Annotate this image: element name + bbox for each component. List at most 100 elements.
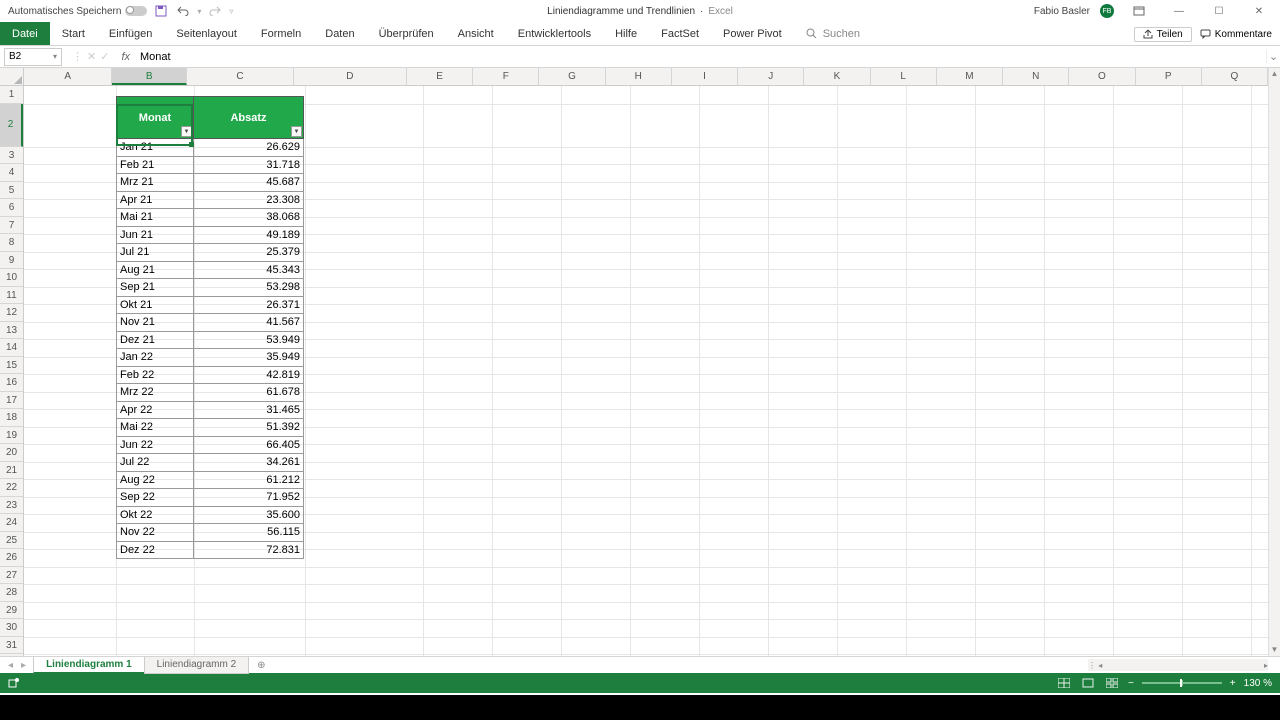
table-header[interactable]: Absatz▼	[194, 97, 304, 139]
table-row[interactable]: Sep 2271.952	[117, 489, 304, 507]
col-header[interactable]: C	[187, 68, 294, 85]
col-header[interactable]: F	[473, 68, 539, 85]
col-header[interactable]: I	[672, 68, 738, 85]
select-all-corner[interactable]	[0, 68, 24, 86]
table-row[interactable]: Dez 2153.949	[117, 331, 304, 349]
table-row[interactable]: Mai 2251.392	[117, 419, 304, 437]
cell[interactable]: Jun 21	[117, 226, 194, 244]
cell[interactable]: 53.298	[194, 279, 304, 297]
row-header[interactable]: 10	[0, 269, 23, 287]
chevron-down-icon[interactable]: ▾	[53, 52, 57, 61]
table-row[interactable]: Jul 2125.379	[117, 244, 304, 262]
table-row[interactable]: Aug 2145.343	[117, 261, 304, 279]
record-macro-icon[interactable]	[8, 677, 20, 689]
sheet-tab[interactable]: Liniendiagramm 1	[33, 657, 145, 674]
cell[interactable]: 56.115	[194, 524, 304, 542]
cell[interactable]: 31.465	[194, 401, 304, 419]
col-header[interactable]: L	[871, 68, 937, 85]
row-header[interactable]: 8	[0, 234, 23, 252]
cell[interactable]: Sep 21	[117, 279, 194, 297]
col-header[interactable]: E	[407, 68, 473, 85]
row-header[interactable]: 9	[0, 252, 23, 270]
cell[interactable]: Jun 22	[117, 436, 194, 454]
cell[interactable]: Nov 22	[117, 524, 194, 542]
cell[interactable]: 61.212	[194, 471, 304, 489]
row-header[interactable]: 12	[0, 304, 23, 322]
cell[interactable]: 45.343	[194, 261, 304, 279]
col-header[interactable]: A	[24, 68, 112, 85]
table-row[interactable]: Okt 2235.600	[117, 506, 304, 524]
horizontal-scrollbar[interactable]: ⋮ ◂▸	[1088, 659, 1268, 671]
row-header[interactable]: 7	[0, 217, 23, 235]
cell[interactable]: Mai 22	[117, 419, 194, 437]
col-header[interactable]: Q	[1202, 68, 1268, 85]
table-row[interactable]: Mrz 2145.687	[117, 174, 304, 192]
cell[interactable]: 25.379	[194, 244, 304, 262]
cell[interactable]: 26.371	[194, 296, 304, 314]
cell[interactable]: 61.678	[194, 384, 304, 402]
cancel-formula-icon[interactable]: ✕	[87, 50, 96, 63]
cell[interactable]: 41.567	[194, 314, 304, 332]
cell[interactable]: Dez 21	[117, 331, 194, 349]
row-header[interactable]: 29	[0, 602, 23, 620]
cell[interactable]: 51.392	[194, 419, 304, 437]
tab-datei[interactable]: Datei	[0, 22, 50, 45]
table-row[interactable]: Apr 2231.465	[117, 401, 304, 419]
table-row[interactable]: Nov 2141.567	[117, 314, 304, 332]
cell[interactable]: Nov 21	[117, 314, 194, 332]
name-box[interactable]: B2 ▾	[4, 48, 62, 66]
table-header[interactable]: Monat▼	[117, 97, 194, 139]
minimize-icon[interactable]: —	[1164, 3, 1194, 19]
cell[interactable]: Jul 21	[117, 244, 194, 262]
table-row[interactable]: Jul 2234.261	[117, 454, 304, 472]
page-break-view-icon[interactable]	[1104, 676, 1120, 690]
filter-icon[interactable]: ▼	[181, 126, 192, 137]
cell[interactable]: 42.819	[194, 366, 304, 384]
add-sheet-button[interactable]: ⊕	[249, 660, 273, 671]
tab-ansicht[interactable]: Ansicht	[446, 22, 506, 45]
cell[interactable]: 45.687	[194, 174, 304, 192]
cell[interactable]: 23.308	[194, 191, 304, 209]
share-button[interactable]: Teilen	[1134, 27, 1192, 42]
row-header[interactable]: 5	[0, 182, 23, 200]
row-header[interactable]: 28	[0, 584, 23, 602]
cell[interactable]: 49.189	[194, 226, 304, 244]
row-header[interactable]: 26	[0, 549, 23, 567]
table-row[interactable]: Sep 2153.298	[117, 279, 304, 297]
cell[interactable]: Sep 22	[117, 489, 194, 507]
undo-icon[interactable]	[175, 3, 191, 19]
cell[interactable]: Apr 21	[117, 191, 194, 209]
row-header[interactable]: 14	[0, 339, 23, 357]
col-header[interactable]: N	[1003, 68, 1069, 85]
col-header[interactable]: P	[1136, 68, 1202, 85]
normal-view-icon[interactable]	[1056, 676, 1072, 690]
row-header[interactable]: 18	[0, 409, 23, 427]
cell[interactable]: 72.831	[194, 541, 304, 559]
row-header[interactable]: 22	[0, 479, 23, 497]
table-row[interactable]: Feb 2242.819	[117, 366, 304, 384]
row-header[interactable]: 2	[0, 104, 23, 147]
save-icon[interactable]	[153, 3, 169, 19]
table-row[interactable]: Jun 2266.405	[117, 436, 304, 454]
filter-icon[interactable]: ▼	[291, 126, 302, 137]
col-header[interactable]: O	[1069, 68, 1135, 85]
col-header[interactable]: H	[606, 68, 672, 85]
cell[interactable]: Jan 22	[117, 349, 194, 367]
row-header[interactable]: 21	[0, 462, 23, 480]
table-row[interactable]: Mai 2138.068	[117, 209, 304, 227]
table-row[interactable]: Feb 2131.718	[117, 156, 304, 174]
row-header[interactable]: 13	[0, 322, 23, 340]
zoom-in-icon[interactable]: +	[1230, 678, 1236, 689]
row-header[interactable]: 3	[0, 147, 23, 165]
worksheet-grid[interactable]: ABCDEFGHIJKLMNOPQ 1234567891011121314151…	[0, 68, 1280, 656]
table-row[interactable]: Jan 2235.949	[117, 349, 304, 367]
tab-factset[interactable]: FactSet	[649, 22, 711, 45]
row-header[interactable]: 6	[0, 199, 23, 217]
cell[interactable]: 31.718	[194, 156, 304, 174]
col-header[interactable]: D	[294, 68, 407, 85]
table-row[interactable]: Aug 2261.212	[117, 471, 304, 489]
row-header[interactable]: 16	[0, 374, 23, 392]
table-row[interactable]: Apr 2123.308	[117, 191, 304, 209]
table-row[interactable]: Dez 2272.831	[117, 541, 304, 559]
scroll-down-icon[interactable]: ▼	[1269, 644, 1280, 656]
